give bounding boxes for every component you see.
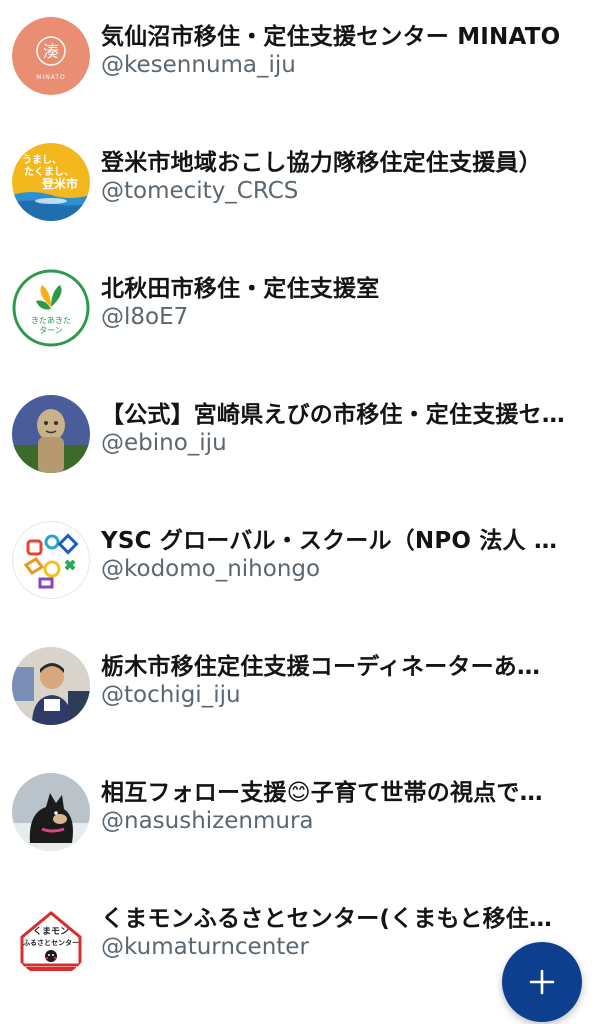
account-name: 栃木市移住定住支援コーディネーターあ… xyxy=(101,654,541,680)
dog-photo-icon[interactable] xyxy=(12,773,90,851)
kumamon-center-logo-icon[interactable]: くまモン ふるさとセンター xyxy=(12,899,90,977)
account-row[interactable]: うまし、 たくまし、 登米市 登米市地域おこし協力隊移住定住支援員） @tome… xyxy=(0,126,595,246)
account-row[interactable]: きたあきた ターン 北秋田市移住・定住支援室 @l8oE7 xyxy=(0,252,595,372)
statue-photo-icon[interactable] xyxy=(12,395,90,473)
account-name: くまモンふるさとセンター(くまもと移住… xyxy=(101,906,553,932)
compose-fab-button[interactable] xyxy=(502,942,582,1022)
avatar-logo-line: 登米市 xyxy=(41,176,78,191)
avatar-logo-line: ふるさとセンター xyxy=(23,938,79,947)
tome-rice-logo-icon[interactable]: うまし、 たくまし、 登米市 xyxy=(12,143,90,221)
account-row[interactable]: 湊 MINATO 気仙沼市移住・定住支援センター MINATO @kesennu… xyxy=(0,0,595,120)
person-photo-icon[interactable] xyxy=(12,647,90,725)
account-name: 北秋田市移住・定住支援室 xyxy=(101,276,380,302)
account-handle: @kumaturncenter xyxy=(101,934,309,960)
colorful-shapes-logo-icon[interactable] xyxy=(12,521,90,599)
account-row[interactable]: YSC グローバル・スクール（NPO 法人 青… @kodomo_nihongo xyxy=(0,504,595,624)
account-name: 相互フォロー支援😊子育て世帯の視点で… xyxy=(101,780,543,806)
account-handle: @tochigi_iju xyxy=(101,682,241,708)
avatar-logo-caption: MINATO xyxy=(36,74,65,81)
account-handle: @kesennuma_iju xyxy=(101,52,296,78)
account-name: 登米市地域おこし協力隊移住定住支援員） xyxy=(101,150,542,176)
avatar-logo-line: うまし、 xyxy=(22,154,62,166)
avatar-logo-line: きたあきた xyxy=(31,316,71,325)
account-row[interactable]: 栃木市移住定住支援コーディネーターあ… @tochigi_iju xyxy=(0,630,595,750)
account-row[interactable]: 【公式】宮崎県えびの市移住・定住支援セ… @ebino_iju xyxy=(0,378,595,498)
account-handle: @kodomo_nihongo xyxy=(101,556,321,582)
avatar-logo-line: ターン xyxy=(39,326,63,335)
account-handle: @ebino_iju xyxy=(101,430,227,456)
account-name: YSC グローバル・スクール（NPO 法人 青… xyxy=(101,528,571,554)
account-row[interactable]: 相互フォロー支援😊子育て世帯の視点で… @nasushizenmura xyxy=(0,756,595,876)
account-name: 気仙沼市移住・定住支援センター MINATO xyxy=(101,24,561,50)
avatar-logo-char: 湊 xyxy=(43,42,59,61)
minato-logo-icon[interactable]: 湊 MINATO xyxy=(12,17,90,95)
account-handle: @nasushizenmura xyxy=(101,808,314,834)
kitaakita-turn-logo-icon[interactable]: きたあきた ターン xyxy=(12,269,90,347)
account-name: 【公式】宮崎県えびの市移住・定住支援セ… xyxy=(101,402,565,428)
account-handle: @tomecity_CRCS xyxy=(101,178,299,204)
account-handle: @l8oE7 xyxy=(101,304,189,330)
avatar-logo-line: くまモン xyxy=(33,926,69,937)
plus-icon xyxy=(529,969,555,995)
